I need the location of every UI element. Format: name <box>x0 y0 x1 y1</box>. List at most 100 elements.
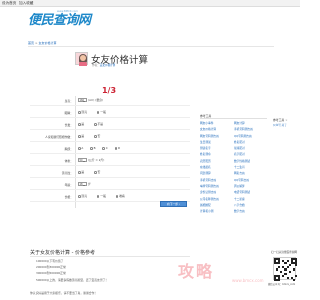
qr-caption-top: 扫一扫关注便民查询网 <box>271 251 297 254</box>
sidebar-heading: 参考工具 <box>200 114 267 119</box>
chest-radio-c[interactable] <box>102 147 105 150</box>
sidebar-link[interactable]: 八字合婚 <box>234 203 267 207</box>
floating-title-text: 参考工具 <box>273 118 285 122</box>
sidebar-link[interactable]: 车牌号码测吉凶 <box>200 184 234 188</box>
sidebar-link[interactable]: 数字性格测试 <box>234 159 267 163</box>
sidebar-link[interactable]: 星座配对 <box>234 146 267 150</box>
add-favorite-link[interactable]: 加入收藏 <box>19 1 33 5</box>
site-logo[interactable]: 便民查询网 www.BMCX.com <box>28 9 100 28</box>
sidebar-link[interactable]: 测试名字 <box>200 146 234 150</box>
sidebar-link[interactable]: 网友小事件 <box>200 121 234 125</box>
sidebar-link[interactable]: 生日测试 <box>200 140 234 144</box>
sidebar-link[interactable]: 农历阳历 <box>200 159 234 163</box>
watermark: 攻略 <box>178 262 215 281</box>
hair-option-1: 是 <box>81 122 85 127</box>
author-line: 作者：美女价格计算 <box>92 63 115 67</box>
sidebar-link[interactable]: 身份证测吉凶 <box>200 190 234 194</box>
sidebar-link[interactable]: QQ号码吉凶 <box>234 178 267 182</box>
photo-label: 人家和我们照相作做： <box>45 135 73 139</box>
chest-option-c: C <box>105 146 108 151</box>
sidebar-link[interactable]: QQ号码测吉凶 <box>234 134 267 138</box>
sidebar-link[interactable]: 计算机小测 <box>200 209 234 213</box>
photo-option-1: 是 <box>81 134 85 139</box>
form-row-beauty: 漂亮性： 是 否 <box>30 168 190 178</box>
sidebar-link[interactable]: 电话号码测试 <box>234 190 267 194</box>
sidebar-link[interactable]: 女友价格计算 <box>200 127 234 131</box>
looks-option-2: 一般 <box>100 194 106 199</box>
sidebar-link[interactable]: 在线起名 <box>200 165 234 169</box>
chest-radio-b[interactable] <box>90 147 93 150</box>
sidebar-link[interactable]: 数字吉凶 <box>234 209 267 213</box>
weight-suffix: (公斤 = 2斤) <box>87 158 105 163</box>
chest-radio-d[interactable] <box>114 147 118 150</box>
sidebar-link[interactable]: 名字配对 <box>234 152 267 156</box>
sidebar-links: 网友小事件 网友计算 女友价格计算 手机号码测吉凶 网友号码测吉凶 QQ号码测吉凶 生日测试… <box>200 121 267 213</box>
about-item: 500000以上的，请要多练做漂亮脸型，还了宝贵友男了！ <box>36 277 109 282</box>
sidebar-link[interactable]: 姓名配对 <box>234 140 267 144</box>
next-step-button[interactable]: 向下一步 › <box>160 201 187 207</box>
form-row-weight: 体重： 50 (公斤 = 2斤) <box>30 156 190 166</box>
eyes-option-1: 漂亮 <box>81 110 87 115</box>
sidebar-link[interactable]: 手机号码吉凶 <box>200 178 234 182</box>
sidebar-link[interactable]: 姓名测命 <box>200 152 234 156</box>
height-suffix: (cm) (量身) <box>87 98 104 103</box>
form-row-hair: 长发： 是 不是 <box>30 120 190 130</box>
breadcrumb: 首页 > 女友价格计算 <box>28 41 56 45</box>
watermark-url: www.bmcx.com <box>232 278 264 283</box>
top-links: 设为首页 加入收藏 <box>2 1 35 6</box>
tool-avatar-image <box>75 52 88 66</box>
floating-panel-link[interactable]: 公众号·对了 <box>273 123 287 127</box>
form-row-chest: 胸部： A B C D <box>30 144 190 154</box>
eyes-option-2: 一般 <box>100 110 106 115</box>
breadcrumb-current[interactable]: 女友价格计算 <box>38 41 56 45</box>
looks-option-3: 难看 <box>119 194 125 199</box>
chest-option-d: D <box>118 146 121 151</box>
sidebar-link[interactable]: 公司名称测吉凶 <box>200 197 234 201</box>
chest-option-a: A <box>81 146 84 151</box>
form-row-photo: 人家和我们照相作做： 是 否 <box>30 132 190 142</box>
height-select[interactable]: 160 <box>78 98 87 103</box>
close-icon[interactable]: × <box>285 118 287 122</box>
author-link[interactable]: 美女价格计算 <box>100 64 116 67</box>
floating-panel-title: 参考工具× <box>273 118 288 122</box>
chest-label: 胸部： <box>64 147 73 151</box>
sidebar-link[interactable]: 十二星座 <box>234 197 267 201</box>
sidebar-link[interactable]: 属相婚配 <box>200 203 234 207</box>
beauty-option-2: 否 <box>97 170 101 175</box>
qr-caption-bottom: 微信公众号：bmcx_com <box>268 283 296 286</box>
sidebar-link[interactable]: 网名吉凶 <box>234 171 267 175</box>
eyes-label: 眼睛： <box>64 111 73 115</box>
beauty-option-1: 是 <box>81 170 85 175</box>
about-list: 100000以下有价值了 200000到300000正常 300000到5000… <box>36 258 108 283</box>
weight-select[interactable]: 50 <box>78 158 87 163</box>
sidebar-link[interactable]: 网友计算 <box>234 121 267 125</box>
sidebar-link[interactable]: 周公解梦 <box>234 184 267 188</box>
sidebar-link[interactable]: 问卦测算 <box>200 171 234 175</box>
form-row-height: 身高： 160 (cm) (量身) <box>30 96 190 106</box>
photo-option-2: 否 <box>97 134 101 139</box>
weight-label: 体重： <box>64 159 73 163</box>
set-homepage-link[interactable]: 设为首页 <box>2 1 16 5</box>
author-prefix: 作者： <box>92 63 100 67</box>
top-bar: 设为首页 加入收藏 <box>0 0 300 7</box>
age-label: 年龄： <box>64 183 73 187</box>
chest-option-b: B <box>93 146 96 151</box>
form-row-age: 年龄： 18 岁 <box>30 180 190 190</box>
reference-tools-sidebar: 参考工具 网友小事件 网友计算 女友价格计算 手机号码测吉凶 网友号码测吉凶 QQ号码测吉… <box>200 114 267 213</box>
looks-radio-3[interactable] <box>115 195 119 198</box>
about-note: 你认识好是用于大家娱乐，请不要当了真，谢谢合作！ <box>30 291 98 295</box>
looks-option-1: 漂亮 <box>81 194 87 199</box>
hair-label: 长发： <box>64 123 73 127</box>
wechat-qr-code <box>273 257 297 281</box>
sidebar-link[interactable]: 十二生肖 <box>234 165 267 169</box>
hair-option-2: 不是 <box>97 122 104 127</box>
breadcrumb-home[interactable]: 首页 <box>28 41 34 45</box>
beauty-label: 漂亮性： <box>61 171 73 175</box>
age-suffix: 岁 <box>87 182 91 187</box>
calculator-form: 身高： 160 (cm) (量身) 眼睛： 漂亮 一般 长发： 是 不是 人家和… <box>30 96 190 218</box>
sidebar-link[interactable]: 网友号码测吉凶 <box>200 134 234 138</box>
age-select[interactable]: 18 <box>78 182 87 187</box>
looks-label: 长相： <box>64 195 73 199</box>
sidebar-link[interactable]: 手机号码测吉凶 <box>234 127 267 131</box>
step-progress: 1/3 <box>101 86 117 95</box>
